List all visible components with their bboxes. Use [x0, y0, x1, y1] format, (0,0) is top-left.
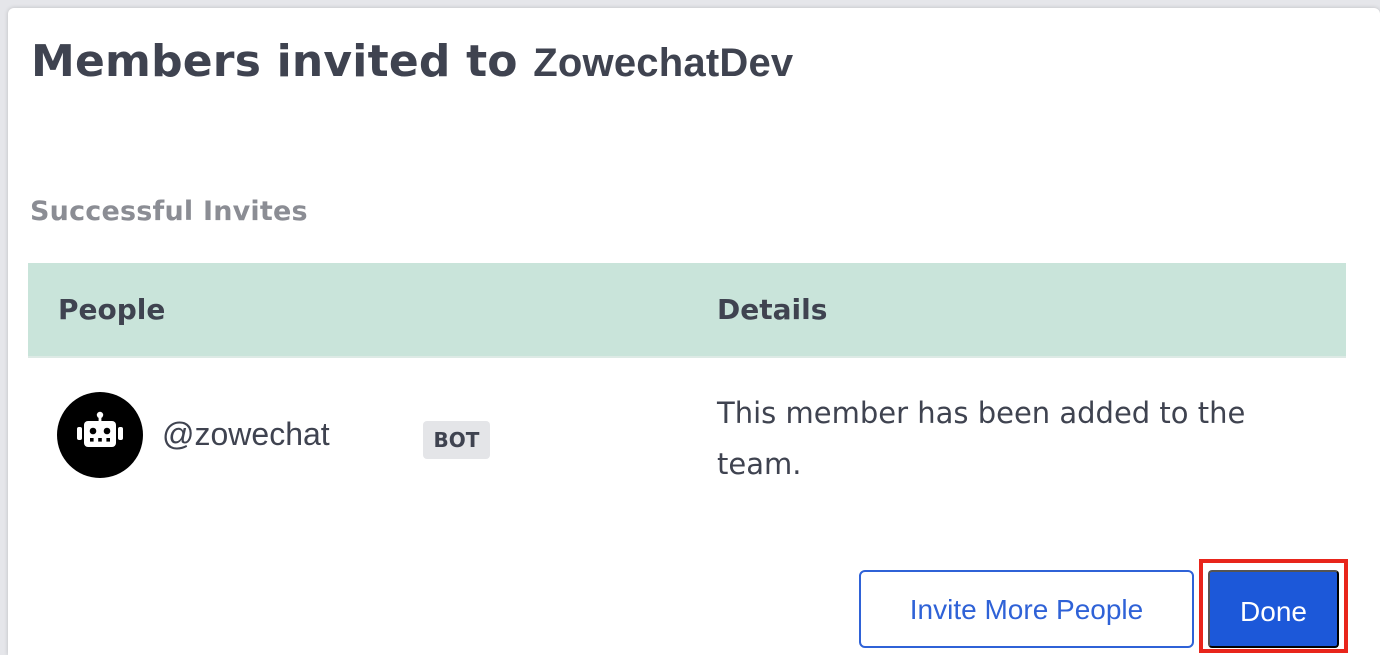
bot-badge: BOT [423, 421, 490, 459]
modal-title: Members invited to ZowechatDev [31, 36, 793, 87]
member-details: This member has been added to the team. [717, 396, 1246, 481]
successful-invites-heading: Successful Invites [30, 196, 308, 227]
done-button[interactable]: Done [1208, 570, 1339, 648]
avatar [57, 392, 143, 478]
team-name: ZowechatDev [533, 41, 794, 85]
robot-icon [77, 411, 123, 447]
invite-more-people-button[interactable]: Invite More People [859, 570, 1194, 648]
column-header-details: Details [717, 293, 828, 326]
member-username[interactable]: @zowechat [162, 416, 330, 453]
table-header: People Details [28, 263, 1346, 358]
table-row: @zowechat BOT This member has been added… [28, 358, 1346, 488]
invites-table: People Details @zowechat BOT This member… [28, 263, 1346, 488]
invite-results-modal: Members invited to ZowechatDev Successfu… [8, 8, 1380, 655]
column-header-people: People [58, 293, 166, 326]
modal-title-prefix: Members invited to [31, 36, 518, 87]
